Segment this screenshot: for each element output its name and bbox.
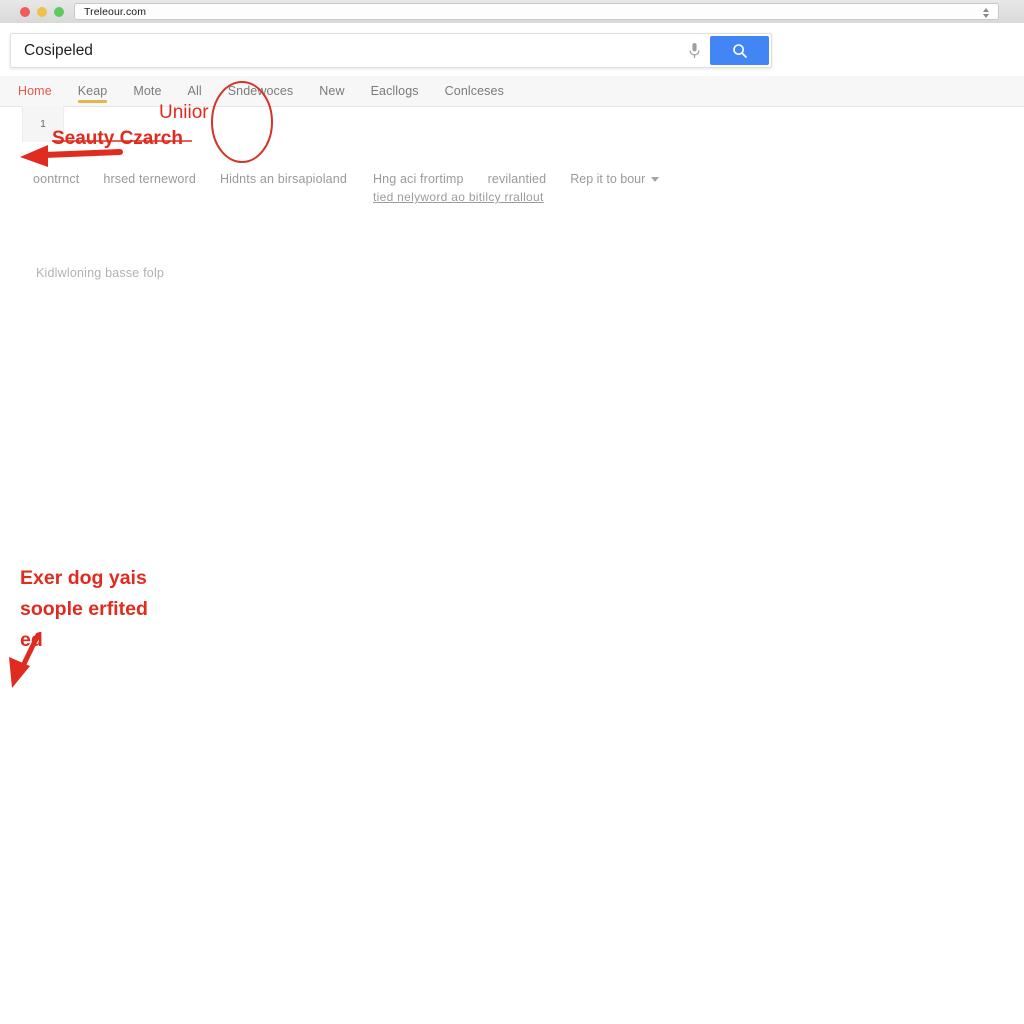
- result-links-row: oontrnct hrsed terneword Hidnts an birsa…: [33, 172, 683, 204]
- close-window-icon[interactable]: [20, 6, 30, 17]
- tab-sndewoces[interactable]: Sndewoces: [228, 76, 307, 98]
- search-input[interactable]: [11, 33, 683, 68]
- stepper-down-icon[interactable]: [982, 13, 989, 18]
- chevron-down-icon: [651, 176, 660, 182]
- page-number-chip[interactable]: 1: [22, 106, 64, 142]
- nav-tabs: Home Keap Mote All Sndewoces New Eacllog…: [18, 76, 530, 106]
- stepper-up-icon[interactable]: [982, 7, 989, 12]
- url-bar[interactable]: Treleour.com: [74, 3, 999, 20]
- tab-mote[interactable]: Mote: [133, 76, 174, 98]
- tab-new[interactable]: New: [319, 76, 357, 98]
- list-item[interactable]: hrsed terneword: [103, 172, 196, 186]
- microphone-icon[interactable]: [683, 40, 705, 62]
- browser-title-bar: Treleour.com: [0, 0, 1024, 24]
- report-dropdown[interactable]: Rep it to bour: [570, 172, 660, 186]
- tab-all[interactable]: All: [188, 76, 215, 98]
- minimize-window-icon[interactable]: [37, 6, 47, 17]
- vertical-stepper-icon[interactable]: [981, 6, 990, 19]
- page-content: Home Keap Mote All Sndewoces New Eacllog…: [0, 23, 1024, 1024]
- footer-note: Kidlwloning basse folp: [36, 266, 165, 280]
- tab-home[interactable]: Home: [18, 76, 65, 98]
- list-item[interactable]: oontrnct: [33, 172, 79, 186]
- search-button[interactable]: [710, 36, 769, 65]
- page-number-label: 1: [40, 118, 46, 130]
- list-item[interactable]: Hidnts an birsapioland: [220, 172, 347, 186]
- list-item[interactable]: revilantied: [488, 172, 547, 186]
- maximize-window-icon[interactable]: [54, 6, 64, 17]
- sub-link[interactable]: tied nelyword ao bitilcy rrallout: [373, 190, 544, 204]
- search-icon: [732, 43, 747, 58]
- tab-eacllogs[interactable]: Eacllogs: [371, 76, 432, 98]
- tab-keap[interactable]: Keap: [77, 76, 121, 103]
- url-text: Treleour.com: [84, 5, 147, 18]
- links-row: oontrnct hrsed terneword Hidnts an birsa…: [33, 172, 683, 186]
- window-controls[interactable]: [20, 6, 64, 17]
- tab-conlceses[interactable]: Conlceses: [445, 76, 517, 98]
- list-item[interactable]: Hng aci frortimp: [373, 172, 464, 186]
- report-dropdown-label: Rep it to bour: [570, 172, 646, 186]
- search-header: [10, 33, 772, 68]
- nav-strip: Home Keap Mote All Sndewoces New Eacllog…: [0, 76, 1024, 107]
